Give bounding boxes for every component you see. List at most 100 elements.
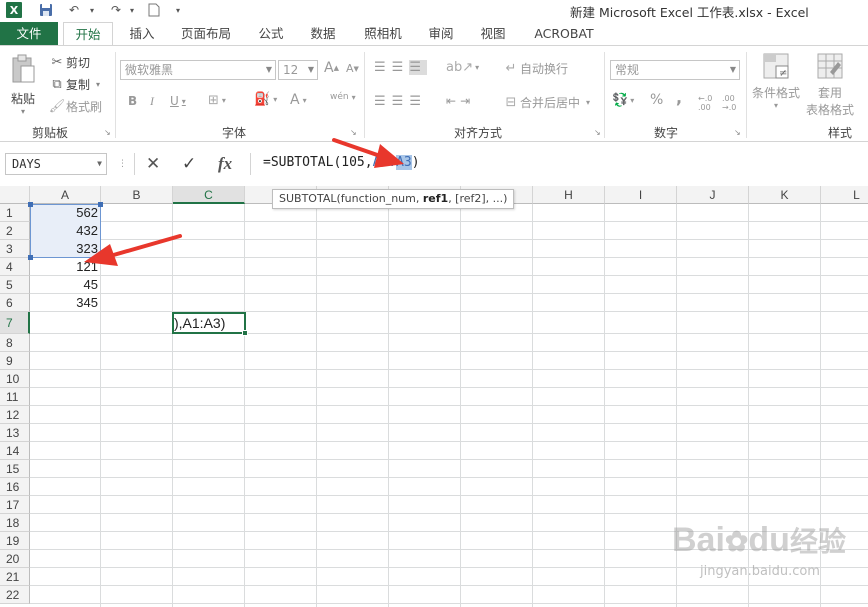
increase-decimal-button[interactable]: ←.0 .00 <box>698 94 718 112</box>
customize-qat-icon[interactable]: ▾ <box>170 2 186 18</box>
name-box[interactable]: DAYS ▼ <box>5 153 107 175</box>
cell-a2[interactable]: 432 <box>30 222 98 240</box>
cell-a5[interactable]: 45 <box>30 276 98 294</box>
format-as-table-button[interactable]: 套用 表格格式 <box>806 52 854 118</box>
row-header-2[interactable]: 2 <box>0 222 30 240</box>
accounting-format-button[interactable]: 💱 ▾ <box>612 93 634 108</box>
increase-indent-icon[interactable]: ⇥ <box>460 94 474 108</box>
align-top-icon[interactable]: ☰ <box>374 60 392 75</box>
column-header-i[interactable]: I <box>605 186 677 204</box>
align-right-icon[interactable]: ☰ <box>409 94 427 109</box>
grow-font-button[interactable]: A ▲ <box>324 60 339 76</box>
font-launcher-icon[interactable]: ↘ <box>350 128 357 137</box>
align-bottom-icon[interactable]: ☰ <box>409 60 427 75</box>
row-header-18[interactable]: 18 <box>0 514 30 532</box>
row-header-7[interactable]: 7 <box>0 312 30 334</box>
wrap-text-button[interactable]: ↵ 自动换行 <box>502 60 568 77</box>
column-header-c[interactable]: C <box>173 186 245 204</box>
redo-dropdown-icon[interactable]: ▾ <box>124 2 140 18</box>
format-painter-button[interactable]: 🖌 格式刷 <box>48 98 102 115</box>
new-file-icon[interactable] <box>146 2 162 18</box>
tab-home[interactable]: 开始 <box>63 22 113 46</box>
borders-button[interactable]: ⊞ ▾ <box>208 93 226 108</box>
row-header-4[interactable]: 4 <box>0 258 30 276</box>
decrease-indent-icon[interactable]: ⇤ <box>446 94 460 108</box>
row-header-11[interactable]: 11 <box>0 388 30 406</box>
decrease-decimal-button[interactable]: .00 →.0 <box>722 94 742 112</box>
tab-insert[interactable]: 插入 <box>126 22 158 46</box>
enter-icon[interactable]: ✓ <box>182 153 196 175</box>
row-header-22[interactable]: 22 <box>0 586 30 604</box>
bold-button[interactable]: B <box>128 94 137 108</box>
align-center-icon[interactable]: ☰ <box>392 94 410 109</box>
range-handle[interactable] <box>98 255 103 260</box>
fill-handle[interactable] <box>242 330 248 336</box>
active-cell-c7[interactable]: ),A1:A3) <box>172 312 246 334</box>
cell-a6[interactable]: 345 <box>30 294 98 312</box>
insert-function-icon[interactable]: fx <box>218 153 232 175</box>
row-header-14[interactable]: 14 <box>0 442 30 460</box>
row-header-19[interactable]: 19 <box>0 532 30 550</box>
phonetic-button[interactable]: wén ▾ <box>330 92 356 102</box>
copy-dropdown-icon[interactable]: ▾ <box>96 80 100 89</box>
font-size-select[interactable]: 12 ▼ <box>278 60 318 80</box>
row-header-5[interactable]: 5 <box>0 276 30 294</box>
cell-a3[interactable]: 323 <box>30 240 98 258</box>
cancel-icon[interactable]: ✕ <box>146 153 160 175</box>
font-color-button[interactable]: A ▾ <box>290 92 307 108</box>
tab-acrobat[interactable]: ACROBAT <box>530 22 598 46</box>
row-header-10[interactable]: 10 <box>0 370 30 388</box>
row-header-12[interactable]: 12 <box>0 406 30 424</box>
number-launcher-icon[interactable]: ↘ <box>734 128 741 137</box>
select-all-corner[interactable] <box>0 186 30 204</box>
font-name-select[interactable]: 微软雅黑 ▼ <box>120 60 276 80</box>
column-header-j[interactable]: J <box>677 186 749 204</box>
undo-icon[interactable]: ↶ <box>66 2 82 18</box>
row-header-13[interactable]: 13 <box>0 424 30 442</box>
row-header-1[interactable]: 1 <box>0 204 30 222</box>
horizontal-align-buttons[interactable]: ☰ ☰ ☰ <box>374 94 427 109</box>
tab-formulas[interactable]: 公式 <box>254 22 288 46</box>
comma-button[interactable]: , <box>676 88 682 107</box>
vertical-align-buttons[interactable]: ☰ ☰ ☰ <box>374 60 427 75</box>
row-header-17[interactable]: 17 <box>0 496 30 514</box>
redo-icon[interactable]: ↷ <box>108 2 124 18</box>
copy-button[interactable]: ⧉ 复制 ▾ <box>48 76 100 93</box>
conditional-format-button[interactable]: ≠ 条件格式 ▾ <box>752 52 800 110</box>
row-header-3[interactable]: 3 <box>0 240 30 258</box>
italic-button[interactable]: I <box>150 94 154 109</box>
row-header-16[interactable]: 16 <box>0 478 30 496</box>
tab-view[interactable]: 视图 <box>476 22 510 46</box>
tab-camera[interactable]: 照相机 <box>360 22 406 46</box>
column-header-k[interactable]: K <box>749 186 821 204</box>
tab-data[interactable]: 数据 <box>306 22 340 46</box>
cell-a1[interactable]: 562 <box>30 204 98 222</box>
indent-buttons[interactable]: ⇤ ⇥ <box>446 94 474 108</box>
cell-a4[interactable]: 121 <box>30 258 98 276</box>
formula-input[interactable]: =SUBTOTAL(105,A1:A3) <box>250 153 868 175</box>
paste-dropdown-icon[interactable]: ▾ <box>21 107 25 116</box>
undo-dropdown-icon[interactable]: ▾ <box>84 2 100 18</box>
clipboard-launcher-icon[interactable]: ↘ <box>104 128 111 137</box>
tab-page-layout[interactable]: 页面布局 <box>176 22 236 46</box>
row-header-15[interactable]: 15 <box>0 460 30 478</box>
row-header-21[interactable]: 21 <box>0 568 30 586</box>
paste-button[interactable]: 粘贴 ▾ <box>10 54 36 116</box>
row-header-8[interactable]: 8 <box>0 334 30 352</box>
tab-file[interactable]: 文件 <box>0 22 58 46</box>
alignment-launcher-icon[interactable]: ↘ <box>594 128 601 137</box>
range-handle[interactable] <box>98 202 103 207</box>
align-left-icon[interactable]: ☰ <box>374 94 392 109</box>
number-format-select[interactable]: 常规 ▼ <box>610 60 740 80</box>
orientation-button[interactable]: ab↗ ▾ <box>446 60 479 75</box>
merge-center-button[interactable]: ⊟ 合并后居中 ▾ <box>502 94 590 111</box>
row-header-20[interactable]: 20 <box>0 550 30 568</box>
column-header-l[interactable]: L <box>821 186 868 204</box>
row-header-9[interactable]: 9 <box>0 352 30 370</box>
underline-button[interactable]: U ▾ <box>170 94 186 108</box>
percent-button[interactable]: % <box>650 92 663 108</box>
cut-button[interactable]: ✂ 剪切 <box>48 54 90 71</box>
shrink-font-button[interactable]: A ▼ <box>346 62 359 75</box>
align-middle-icon[interactable]: ☰ <box>392 60 410 75</box>
save-icon[interactable] <box>38 2 54 18</box>
